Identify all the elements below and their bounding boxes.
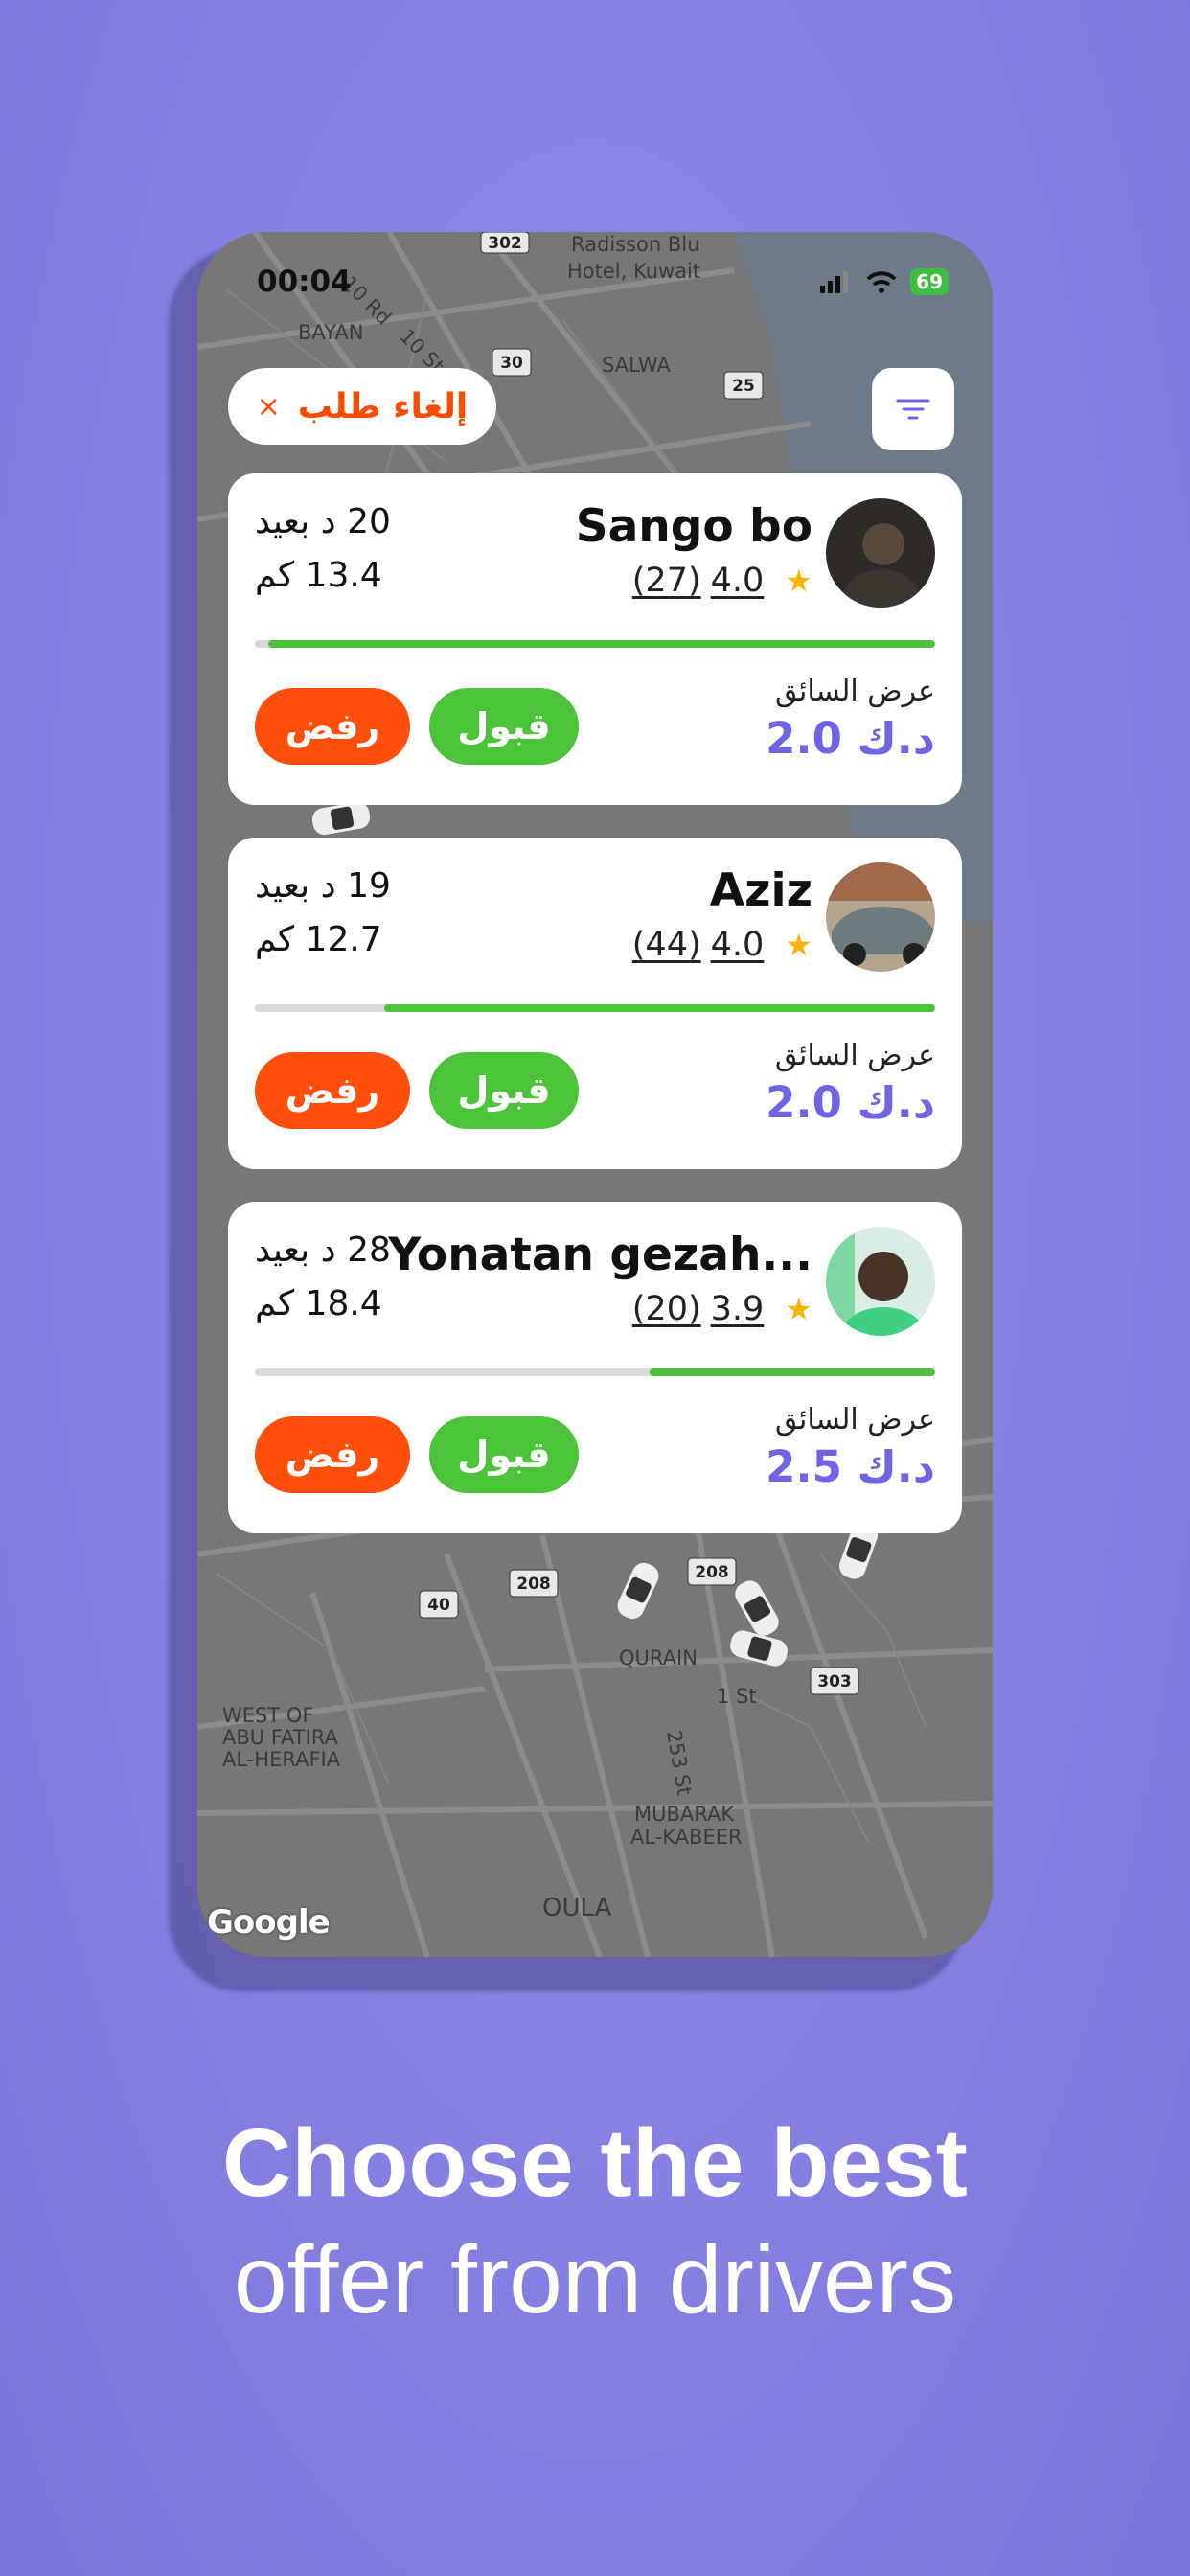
cancel-request-button[interactable]: × إلغاء طلب	[228, 368, 496, 445]
offer-label: عرض السائق	[774, 1039, 935, 1072]
driver-avatar	[826, 862, 935, 972]
filter-icon	[896, 399, 930, 420]
star-icon: ★	[785, 1291, 812, 1327]
road-badge: 25	[732, 377, 755, 396]
accept-button[interactable]: قبول	[429, 1416, 579, 1493]
driver-name: Aziz	[709, 864, 812, 917]
status-time: 00:04	[257, 264, 352, 299]
road-badge: 208	[695, 1563, 729, 1582]
road-badge: 208	[516, 1575, 551, 1594]
headline-line-2: offer from drivers	[234, 2226, 956, 2334]
headline-line-1: Choose the best	[222, 2109, 968, 2217]
accept-button[interactable]: قبول	[429, 1052, 579, 1129]
signal-icon	[820, 271, 849, 293]
eta-text: 20 د بعيد	[255, 502, 391, 541]
offer-card: 28 د بعيد 18.4 كم Yonatan gezah... (20) …	[228, 1202, 962, 1533]
rating-value: 3.9	[710, 1290, 765, 1328]
close-icon: ×	[256, 389, 281, 424]
offer-label: عرض السائق	[774, 1403, 935, 1437]
review-count: (44)	[631, 926, 701, 964]
road-badge: 40	[427, 1596, 450, 1615]
map-label: OULA	[542, 1894, 612, 1922]
wifi-icon	[866, 271, 897, 293]
reject-button[interactable]: رفض	[255, 1052, 410, 1129]
distance-text: 18.4 كم	[255, 1284, 382, 1323]
driver-name: Sango bo	[575, 500, 812, 553]
distance-text: 13.4 كم	[255, 556, 382, 595]
driver-rating: (44) 4.0 ★	[632, 926, 812, 964]
driver-avatar	[826, 1227, 935, 1336]
road-badge: 303	[817, 1672, 852, 1691]
map-label: AL-HERAFIA	[222, 1748, 341, 1771]
map-label: QURAIN	[619, 1646, 698, 1669]
driver-name: Yonatan gezah...	[388, 1229, 812, 1281]
offer-card: 19 د بعيد 12.7 كم Aziz (44) 4.0 ★ رفض قب…	[228, 838, 962, 1169]
rating-value: 4.0	[710, 562, 765, 600]
reject-button[interactable]: رفض	[255, 688, 410, 765]
offer-card: 20 د بعيد 13.4 كم Sango bo (27) 4.0 ★ رف…	[228, 473, 962, 805]
map-label: SALWA	[602, 354, 671, 377]
offer-timer-bar	[255, 640, 935, 648]
map-label: ABU FATIRA	[222, 1726, 338, 1749]
offer-price: 2.0 د.ك	[766, 1077, 935, 1128]
review-count: (20)	[631, 1290, 701, 1328]
battery-icon: 69	[910, 268, 949, 295]
star-icon: ★	[785, 563, 812, 599]
map-label: 1 St	[717, 1685, 757, 1708]
offer-label: عرض السائق	[774, 675, 935, 708]
offer-price: 2.5 د.ك	[766, 1441, 935, 1492]
status-bar: 00:04 69	[197, 232, 993, 328]
map-label: WEST OF	[222, 1704, 313, 1727]
driver-rating: (20) 3.9 ★	[632, 1290, 812, 1328]
review-count: (27)	[631, 562, 701, 600]
cancel-request-label: إلغاء طلب	[297, 386, 469, 426]
rating-value: 4.0	[710, 926, 765, 964]
driver-rating: (27) 4.0 ★	[632, 562, 812, 600]
reject-button[interactable]: رفض	[255, 1416, 410, 1493]
filter-button[interactable]	[872, 368, 954, 450]
road-badge: 30	[500, 354, 523, 373]
google-attribution: Google	[207, 1903, 331, 1942]
star-icon: ★	[785, 927, 812, 963]
offer-price: 2.0 د.ك	[766, 713, 935, 764]
driver-avatar	[826, 498, 935, 608]
eta-text: 19 د بعيد	[255, 866, 391, 906]
map-label: MUBARAK	[634, 1803, 735, 1826]
offer-timer-bar	[255, 1004, 935, 1012]
accept-button[interactable]: قبول	[429, 688, 579, 765]
map-label: AL-KABEER	[630, 1826, 743, 1849]
distance-text: 12.7 كم	[255, 920, 382, 959]
offer-timer-bar	[255, 1368, 935, 1376]
phone-screen: Radisson Blu Hotel, Kuwait BAYAN SALWA Q…	[197, 232, 993, 1957]
